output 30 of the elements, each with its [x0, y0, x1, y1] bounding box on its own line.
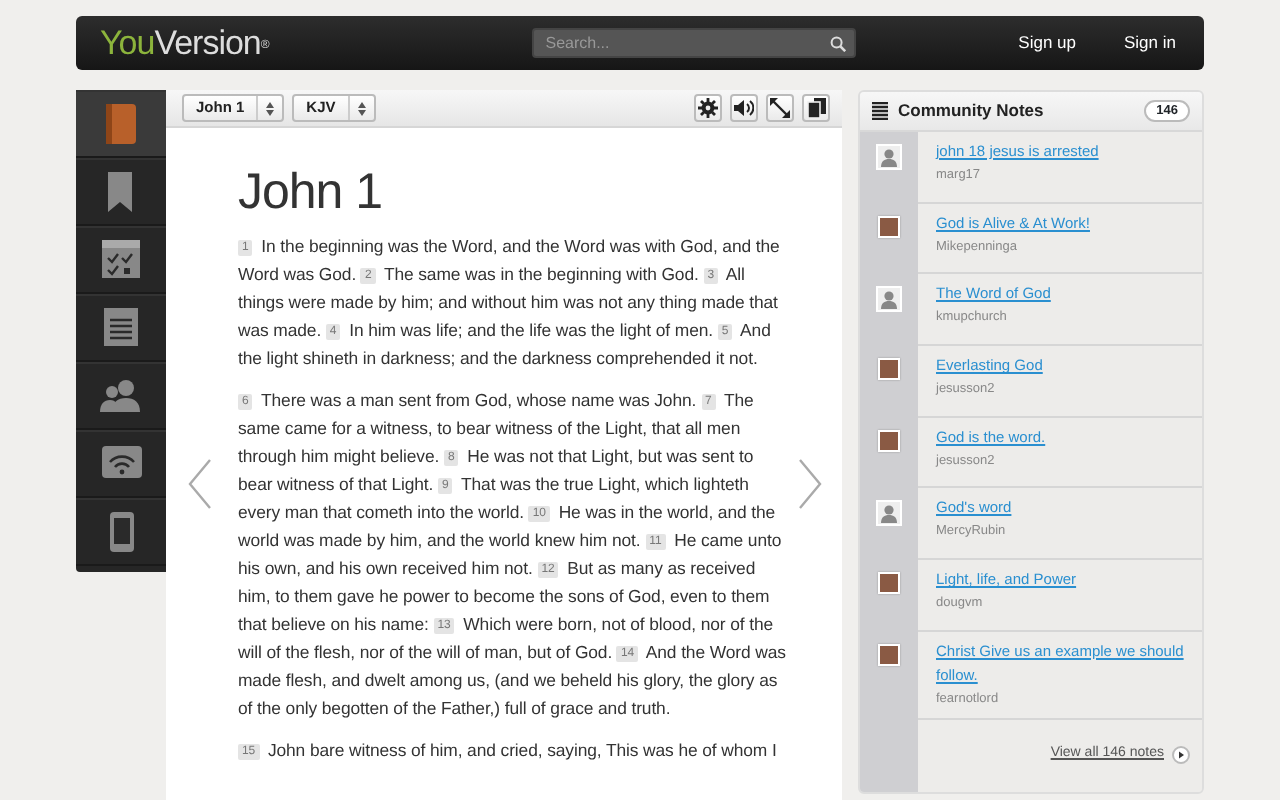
list-icon [872, 102, 888, 120]
toolbar-button[interactable] [730, 94, 758, 122]
toolbar-button[interactable] [694, 94, 722, 122]
checklist-icon[interactable] [99, 238, 143, 282]
photo-placeholder [878, 358, 900, 381]
updown-icon [266, 101, 275, 115]
photo-placeholder [878, 429, 900, 452]
avatar-icon [876, 144, 902, 170]
panel-title: Community Notes [898, 98, 1044, 124]
toolbar-button[interactable] [802, 94, 830, 122]
avatar-icon [876, 500, 902, 527]
header-link[interactable]: Sign up [1018, 30, 1076, 56]
search-field[interactable]: Search... [531, 28, 856, 58]
people-icon[interactable] [99, 374, 143, 418]
logo: YouVersion$^{®}$ [100, 26, 269, 60]
gear-icon [698, 98, 718, 118]
photo-placeholder [878, 572, 900, 595]
search-icon[interactable] [829, 35, 846, 51]
avatar-icon [876, 286, 902, 313]
speaker-icon [734, 98, 754, 118]
chapter-title: John 1 [238, 162, 385, 222]
photo-placeholder [878, 643, 900, 666]
toolbar-button[interactable] [766, 94, 794, 122]
copy-icon [806, 98, 826, 118]
list-icon[interactable] [99, 306, 143, 350]
updown-icon [357, 101, 366, 115]
photo-placeholder [878, 215, 900, 238]
play-circle-icon[interactable] [1172, 746, 1190, 765]
expand-icon [770, 98, 790, 118]
header-link[interactable]: Sign in [1124, 30, 1176, 56]
